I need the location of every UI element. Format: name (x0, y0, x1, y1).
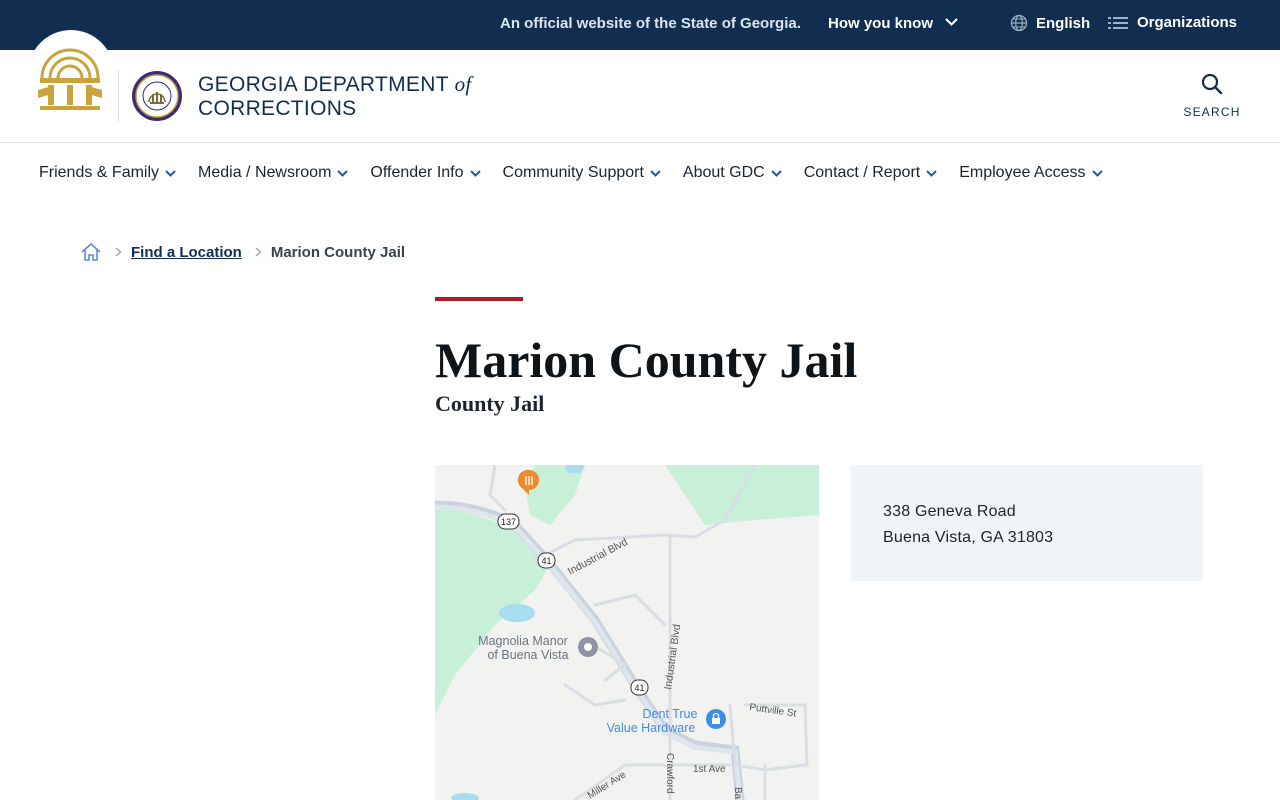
chevron-down-icon (926, 169, 937, 177)
chevron-down-icon (1091, 169, 1103, 177)
official-site-text: An official website of the State of Geor… (500, 15, 801, 32)
gdc-seal-logo[interactable] (131, 70, 183, 122)
agency-name-of: of (454, 72, 472, 96)
nav-item-about-gdc[interactable]: About GDC (683, 164, 782, 182)
chevron-right-icon (115, 247, 122, 257)
route-137-label: 137 (501, 517, 516, 527)
page-title: Marion County Jail (435, 332, 858, 388)
globe-icon (1010, 14, 1028, 32)
main-navigation: Friends & Family Media / Newsroom Offend… (0, 143, 1280, 205)
language-selector[interactable]: English (1010, 14, 1090, 32)
nav-item-label: About GDC (682, 164, 765, 181)
address-card: 338 Geneva Road Buena Vista, GA 31803 (851, 465, 1203, 581)
shopping-marker-icon[interactable] (706, 709, 726, 729)
nav-item-friends-family[interactable]: Friends & Family (39, 164, 176, 182)
agency-name-line2: CORRECTIONS (198, 97, 357, 120)
street-label: Crawford (664, 753, 675, 794)
how-you-know-label: How you know (828, 15, 933, 32)
nav-item-label: Media / Newsroom (198, 164, 332, 181)
nav-item-community-support[interactable]: Community Support (503, 164, 661, 182)
place-marker-icon[interactable] (578, 637, 598, 657)
chevron-right-icon (255, 247, 262, 257)
nav-item-media-newsroom[interactable]: Media / Newsroom (198, 164, 349, 182)
logo-divider (118, 70, 119, 122)
title-accent-bar (435, 297, 523, 301)
search-label: SEARCH (1183, 105, 1241, 119)
poi-label-magnolia: of Buena Vista (487, 648, 568, 662)
site-header: GEORGIA DEPARTMENT of CORRECTIONS SEARCH (0, 30, 1280, 143)
chevron-down-icon (771, 169, 782, 177)
search-button[interactable]: SEARCH (1176, 72, 1248, 119)
search-icon (1201, 73, 1223, 95)
official-banner: An official website of the State of Geor… (0, 0, 1280, 50)
page-subtitle: County Jail (435, 391, 545, 416)
poi-label-dent: Dent True (643, 707, 698, 721)
organizations-label: Organizations (1137, 14, 1238, 31)
poi-label-dent: Value Hardware (607, 721, 696, 735)
chevron-down-icon (337, 169, 349, 177)
route-41-label: 41 (541, 556, 551, 566)
street-label: 1st Ave (693, 764, 726, 775)
nav-item-label: Offender Info (370, 164, 464, 181)
poi-label-magnolia: Magnolia Manor (478, 634, 568, 648)
location-map[interactable]: 137 41 41 Industrial Blvd Industrial Blv… (435, 465, 819, 800)
route-137-shield: 137 (497, 513, 520, 530)
address-line1: 338 Geneva Road (883, 503, 1016, 520)
organizations-button[interactable]: Organizations (1108, 14, 1237, 31)
chevron-down-icon (650, 169, 661, 177)
nav-item-employee-access[interactable]: Employee Access (959, 164, 1103, 182)
nav-item-contact-report[interactable]: Contact / Report (804, 164, 938, 182)
breadcrumb-current: Marion County Jail (270, 243, 406, 261)
nav-item-label: Community Support (502, 164, 644, 181)
breadcrumb: Find a Location Marion County Jail (80, 242, 405, 262)
nav-item-offender-info[interactable]: Offender Info (370, 164, 481, 182)
address-line2: Buena Vista, GA 31803 (883, 529, 1054, 546)
chevron-down-icon (165, 169, 176, 177)
georgia-arch-logo[interactable] (36, 42, 104, 116)
how-you-know-button[interactable]: How you know (828, 15, 958, 32)
route-41-shield: 41 (537, 552, 556, 569)
nav-item-label: Friends & Family (39, 164, 160, 181)
street-label: Ba (732, 787, 743, 800)
route-41-label: 41 (634, 683, 644, 693)
agency-name[interactable]: GEORGIA DEPARTMENT of CORRECTIONS (198, 72, 472, 121)
map-pond (499, 604, 535, 622)
list-icon (1108, 16, 1128, 29)
breadcrumb-find-location-link[interactable]: Find a Location (131, 244, 242, 261)
chevron-down-icon (945, 18, 958, 26)
language-label: English (1036, 14, 1091, 32)
nav-item-label: Employee Access (959, 164, 1086, 181)
nav-item-label: Contact / Report (803, 164, 921, 181)
route-41-shield: 41 (630, 679, 649, 696)
agency-name-line1: GEORGIA DEPARTMENT (198, 73, 449, 96)
chevron-down-icon (469, 169, 481, 177)
home-icon[interactable] (80, 242, 102, 262)
